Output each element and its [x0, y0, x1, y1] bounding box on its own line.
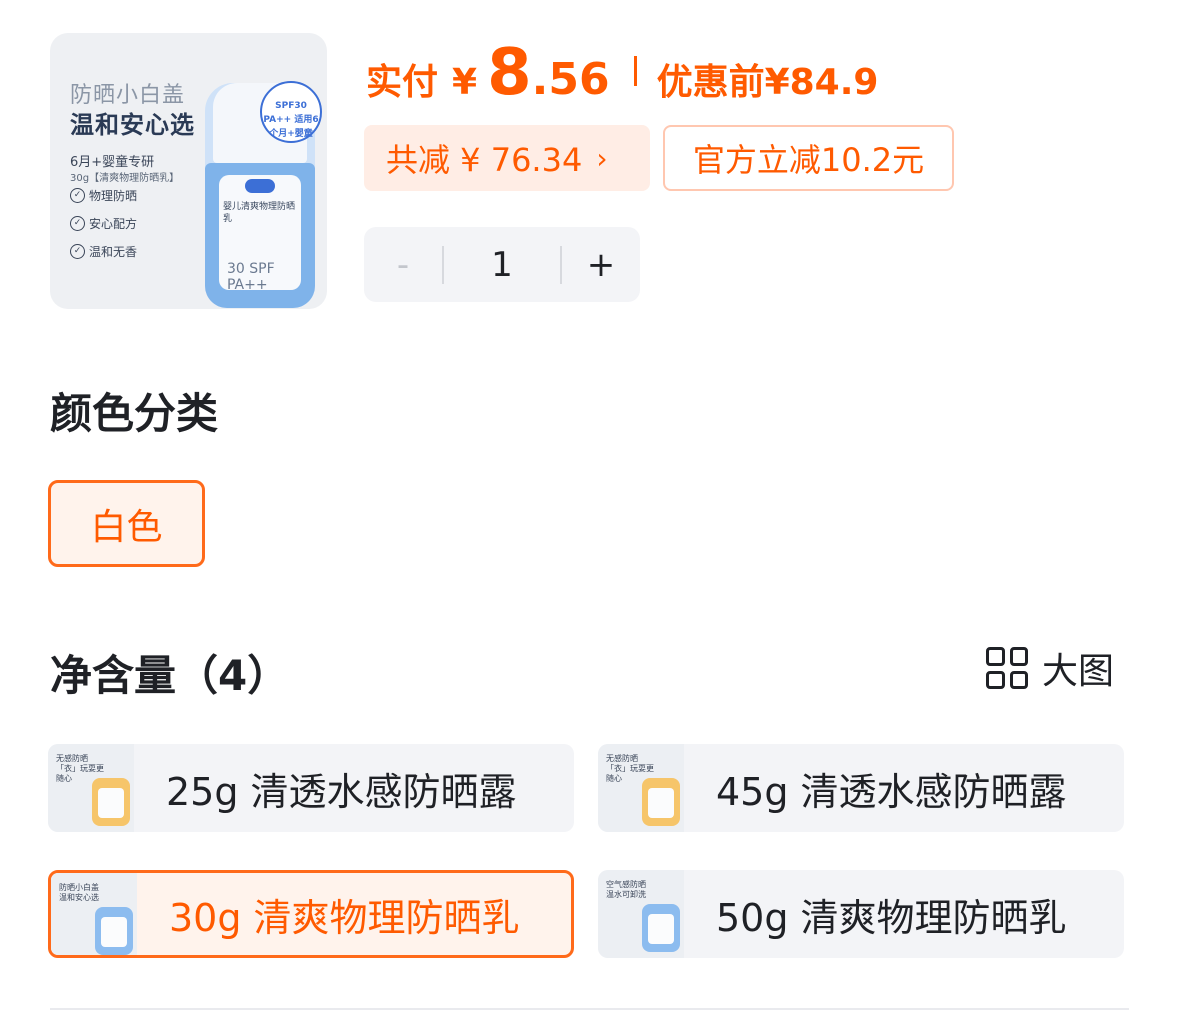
size-option-50g[interactable]: 空气感防晒 温水可卸洗 50g 清爽物理防晒乳 — [598, 870, 1124, 958]
paid-label: 实付 — [366, 62, 439, 103]
thumb-feature: ✓ 温和无香 — [70, 243, 137, 260]
decrease-button[interactable]: - — [364, 245, 442, 285]
option-thumbnail: 空气感防晒 温水可卸洗 — [598, 870, 684, 958]
color-section-title: 颜色分类 — [50, 389, 219, 438]
size-section-title: 净含量（4） — [50, 651, 290, 700]
big-view-toggle[interactable]: 大图 — [986, 645, 1115, 692]
size-option-25g[interactable]: 无感防晒「衣」玩耍更随心 25g 清透水感防晒露 — [48, 744, 574, 832]
thumb-age-text: 6月+婴童专研 — [70, 155, 155, 170]
size-option-label: 45g 清透水感防晒露 — [716, 769, 1067, 814]
total-savings-button[interactable]: 共减 ¥ 76.34 › — [364, 125, 650, 191]
thumb-feature: ✓ 安心配方 — [70, 215, 137, 232]
option-thumbnail: 防晒小白盖 温和安心选 — [51, 873, 137, 955]
price-divider — [633, 56, 637, 86]
big-view-label: 大图 — [1042, 651, 1115, 692]
official-discount-badge: 官方立减10.2元 — [663, 125, 954, 191]
thumb-subheadline: 温和安心选 — [70, 111, 195, 139]
before-discount-label: 优惠前 — [656, 62, 765, 103]
size-option-30g[interactable]: 防晒小白盖 温和安心选 30g 清爽物理防晒乳 — [48, 870, 574, 958]
check-icon: ✓ — [70, 188, 85, 203]
size-option-label: 25g 清透水感防晒露 — [166, 769, 517, 814]
color-option-white[interactable]: 白色 — [48, 480, 205, 567]
thumb-feature: ✓ 物理防晒 — [70, 187, 137, 204]
option-thumbnail: 无感防晒「衣」玩耍更随心 — [598, 744, 684, 832]
check-icon: ✓ — [70, 216, 85, 231]
section-divider — [50, 1008, 1129, 1010]
option-thumbnail: 无感防晒「衣」玩耍更随心 — [48, 744, 134, 832]
before-discount-price: ¥84.9 — [764, 62, 879, 103]
grid-icon — [986, 647, 1028, 689]
size-option-45g[interactable]: 无感防晒「衣」玩耍更随心 45g 清透水感防晒露 — [598, 744, 1124, 832]
total-savings-text: 共减 ¥ 76.34 — [386, 141, 583, 179]
increase-button[interactable]: + — [562, 245, 640, 285]
product-thumbnail[interactable]: 防晒小白盖 温和安心选 6月+婴童专研 30g【清爽物理防晒乳】 ✓ 物理防晒 ✓… — [50, 33, 327, 309]
price-decimal: .56 — [531, 54, 610, 105]
check-icon: ✓ — [70, 244, 85, 259]
spf-badge: SPF30 PA++ 适用6个月+婴童 — [260, 81, 322, 143]
quantity-value[interactable]: 1 — [444, 245, 560, 285]
size-option-label: 30g 清爽物理防晒乳 — [169, 895, 520, 940]
size-option-label: 50g 清爽物理防晒乳 — [716, 895, 1067, 940]
chevron-right-icon: › — [596, 141, 608, 175]
currency-symbol: ¥ — [452, 62, 478, 103]
thumb-product-text: 30g【清爽物理防晒乳】 — [70, 173, 180, 184]
quantity-stepper: - 1 + — [364, 227, 640, 302]
bottle-label-text: 婴儿清爽物理防晒乳 — [223, 202, 296, 224]
price-row: 实付 ¥ 8 .56 优惠前 ¥84.9 — [366, 36, 879, 110]
bottle-spf-text: 30 SPF PA++ — [227, 261, 275, 293]
price-integer: 8 — [487, 36, 532, 110]
